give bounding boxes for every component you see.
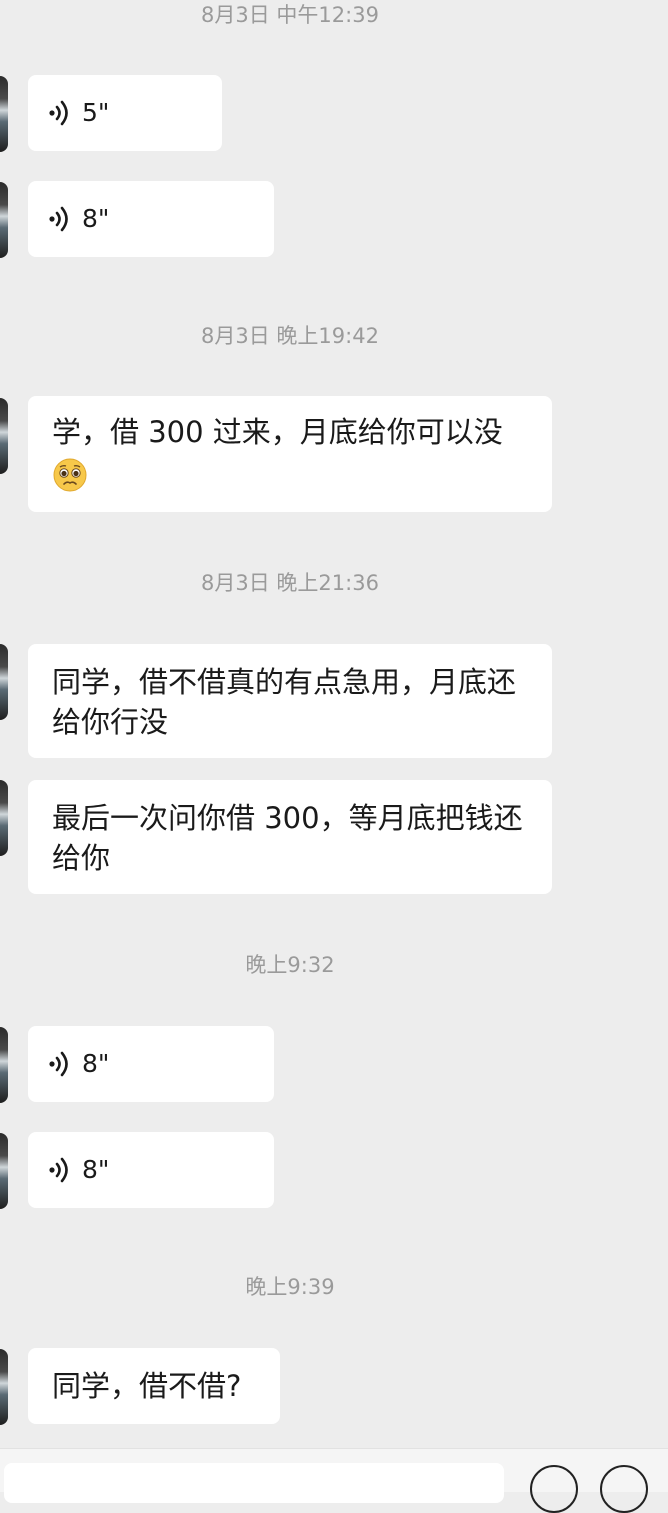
voice-duration: 8" [82, 1049, 110, 1078]
pleading-face-emoji [53, 458, 87, 492]
timestamp: 8月3日 晚上19:42 [201, 324, 379, 348]
voice-wave-icon [49, 206, 68, 232]
message-text: 同学，借不借? [52, 1369, 242, 1403]
text-message[interactable]: 学，借 300 过来，月底给你可以没 [28, 396, 552, 512]
message-text: 学，借 300 过来，月底给你可以没 [52, 415, 503, 449]
message-input[interactable] [4, 1463, 504, 1503]
voice-message[interactable]: 8" [28, 1026, 274, 1102]
timestamp: 8月3日 中午12:39 [201, 3, 379, 27]
voice-message[interactable]: 5" [28, 75, 222, 151]
voice-duration: 5" [82, 98, 110, 127]
input-bar [0, 1448, 668, 1513]
avatar[interactable] [0, 1027, 8, 1103]
more-button[interactable] [600, 1465, 648, 1513]
text-message[interactable]: 同学，借不借真的有点急用，月底还给你行没 [28, 644, 552, 758]
avatar[interactable] [0, 644, 8, 720]
avatar[interactable] [0, 182, 8, 258]
avatar[interactable] [0, 780, 8, 856]
voice-wave-icon [49, 100, 68, 126]
avatar[interactable] [0, 1133, 8, 1209]
chat-area[interactable]: 8月3日 中午12:39 5" 8" 8月3日 晚上19:42 学，借 300 … [0, 0, 668, 1448]
voice-message[interactable]: 8" [28, 181, 274, 257]
emoji-button[interactable] [530, 1465, 578, 1513]
avatar[interactable] [0, 1349, 8, 1425]
timestamp: 8月3日 晚上21:36 [201, 571, 379, 595]
text-message[interactable]: 最后一次问你借 300，等月底把钱还给你 [28, 780, 552, 894]
message-text: 最后一次问你借 300，等月底把钱还给你 [52, 801, 523, 875]
voice-duration: 8" [82, 1155, 110, 1184]
voice-wave-icon [49, 1051, 68, 1077]
voice-duration: 8" [82, 204, 110, 233]
voice-wave-icon [49, 1157, 68, 1183]
timestamp: 晚上9:32 [245, 953, 335, 977]
avatar[interactable] [0, 76, 8, 152]
voice-message[interactable]: 8" [28, 1132, 274, 1208]
message-text: 同学，借不借真的有点急用，月底还给你行没 [52, 665, 517, 739]
avatar[interactable] [0, 398, 8, 474]
text-message[interactable]: 同学，借不借? [28, 1348, 280, 1424]
timestamp: 晚上9:39 [245, 1275, 335, 1299]
